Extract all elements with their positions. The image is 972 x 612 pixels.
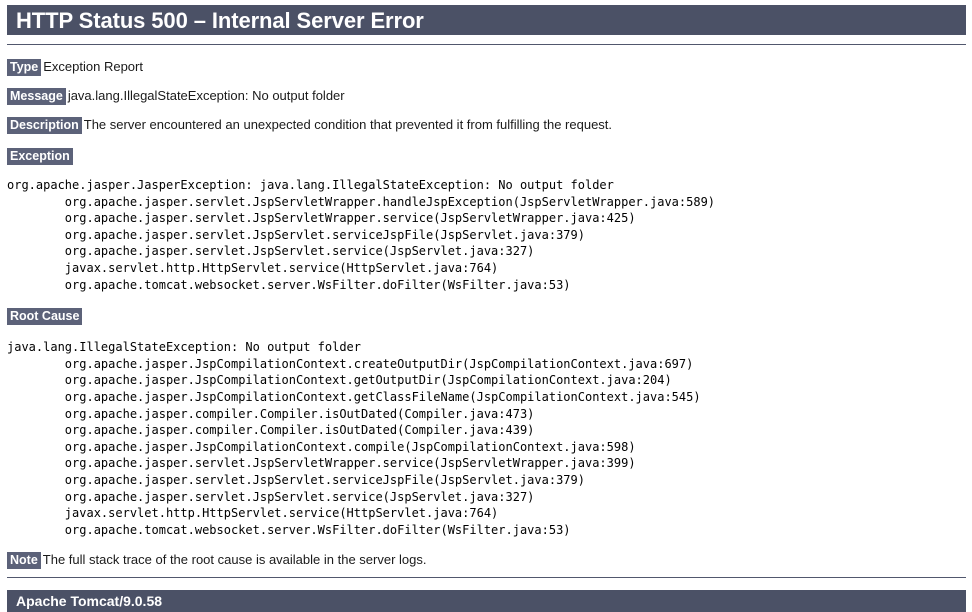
note-value: The full stack trace of the root cause i…	[42, 552, 427, 568]
exception-label: Exception	[7, 148, 73, 165]
footer-divider	[7, 577, 966, 579]
header-divider	[7, 44, 966, 45]
exception-heading-row: Exception	[7, 148, 966, 165]
description-label: Description	[7, 117, 82, 134]
note-row: Note The full stack trace of the root cau…	[7, 552, 966, 570]
server-signature-footer: Apache Tomcat/9.0.58	[7, 590, 966, 612]
message-row: Message java.lang.IllegalStateException: …	[7, 88, 966, 105]
exception-stack-trace: org.apache.jasper.JasperException: java.…	[7, 178, 716, 292]
type-label: Type	[7, 59, 42, 76]
description-row: Description The server encountered an une…	[7, 117, 966, 134]
message-value: java.lang.IllegalStateException: No outp…	[67, 88, 345, 103]
error-page: HTTP Status 500 – Internal Server Error …	[0, 0, 972, 612]
root-cause-label: Root Cause	[7, 308, 83, 326]
root-cause-stack-trace: java.lang.IllegalStateException: No outp…	[7, 340, 701, 537]
message-label: Message	[7, 88, 66, 105]
type-row: Type Exception Report	[7, 59, 966, 76]
root-cause-heading-row: Root Cause	[7, 308, 966, 326]
description-value: The server encountered an unexpected con…	[83, 117, 613, 132]
note-label: Note	[7, 552, 41, 570]
type-value: Exception Report	[43, 59, 143, 74]
http-status-header: HTTP Status 500 – Internal Server Error	[7, 5, 966, 35]
